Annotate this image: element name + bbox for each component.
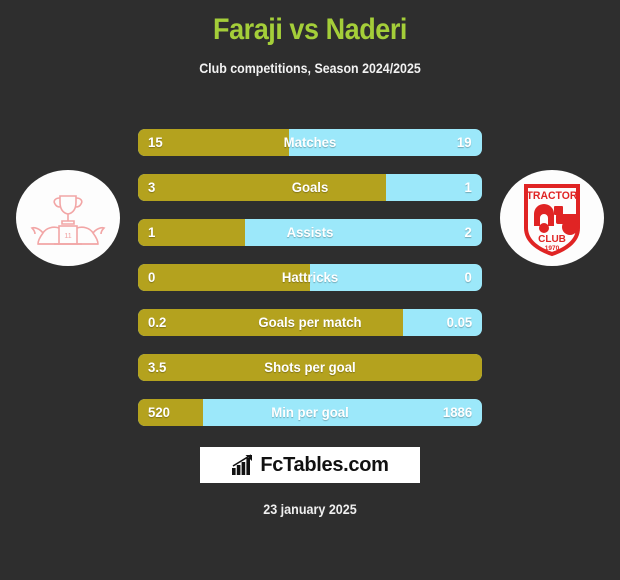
report-date: 23 january 2025: [263, 502, 357, 517]
away-value: 0: [464, 269, 472, 285]
stat-row: 3 Goals 1: [138, 174, 482, 201]
stat-row: 0 Hattricks 0: [138, 264, 482, 291]
stat-row: 15 Matches 19: [138, 129, 482, 156]
stat-label: Shots per goal: [264, 359, 356, 375]
away-value: 19: [457, 134, 472, 150]
svg-text:CLUB: CLUB: [538, 234, 566, 245]
svg-text:11: 11: [64, 233, 71, 240]
stat-label: Hattricks: [281, 269, 339, 285]
stat-label: Assists: [286, 224, 334, 240]
stat-row: 1 Assists 2: [138, 219, 482, 246]
stat-label: Matches: [283, 134, 337, 150]
stat-row: 520 Min per goal 1886: [138, 399, 482, 426]
stat-label: Min per goal: [271, 404, 349, 420]
stat-comparison-list: 15 Matches 19 3 Goals 1 1 Assists 2 0 Ha…: [138, 129, 482, 444]
stat-row: 0.2 Goals per match 0.05: [138, 309, 482, 336]
fctables-brand[interactable]: FcTables.com: [200, 447, 420, 483]
tractor-club-crest-icon: TRACTOR CLUB 1970: [524, 184, 580, 257]
away-value: 2: [464, 224, 472, 240]
page-title: Faraji vs Naderi: [213, 13, 407, 46]
page-subtitle: Club competitions, Season 2024/2025: [199, 61, 421, 76]
away-team-logo: TRACTOR CLUB 1970: [500, 170, 604, 266]
away-value: 1886: [442, 404, 472, 420]
away-value: 0.05: [446, 314, 472, 330]
svg-text:1970: 1970: [545, 245, 560, 252]
svg-text:TRACTOR: TRACTOR: [527, 190, 578, 202]
brand-label: FcTables.com: [260, 453, 389, 476]
stat-label: Goals per match: [258, 314, 362, 330]
home-team-logo: 11: [16, 170, 120, 266]
bar-chart-arrow-icon: [232, 454, 253, 475]
trophy-lions-crest-icon: 11: [30, 195, 106, 245]
stat-row: 3.5 Shots per goal: [138, 354, 482, 381]
away-value: 1: [464, 179, 472, 195]
stat-label: Goals: [291, 179, 329, 195]
